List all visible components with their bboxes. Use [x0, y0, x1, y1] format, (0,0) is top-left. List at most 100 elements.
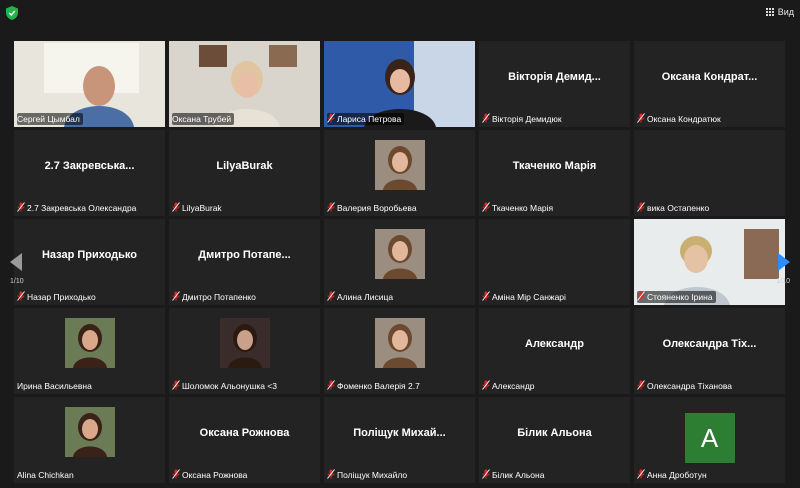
participant-name: Шоломок Альонушка <3 [182, 381, 277, 391]
participant-name: Назар Приходько [27, 292, 96, 302]
participant-tile[interactable]: Алина Лисица [324, 219, 475, 305]
participant-tile[interactable]: Валерия Воробьева [324, 130, 475, 216]
previous-page-button[interactable]: 1/10 [0, 240, 36, 296]
participant-name: LilyaBurak [182, 203, 222, 213]
participant-tile[interactable]: 2.7 Закревська... 2.7 Закревська Олександ… [14, 130, 165, 216]
participant-display-name: LilyaBurak [216, 160, 273, 172]
participant-name: Аміна Мір Санжарі [492, 292, 566, 302]
participant-name-label: Alina Chichkan [17, 469, 77, 481]
mic-muted-icon [637, 291, 645, 303]
mic-muted-icon [482, 469, 490, 481]
participant-name-label: Ирина Васильевна [17, 380, 95, 392]
participant-name: Алина Лисица [337, 292, 394, 302]
participant-tile[interactable]: Вікторія Демид... Вікторія Демидюк [479, 41, 630, 127]
participant-tile[interactable]: Оксана Трубей [169, 41, 320, 127]
page-indicator-left: 1/10 [10, 278, 24, 285]
participant-display-name: Оксана Кондрат... [661, 71, 758, 83]
participant-name: Стояненко Ірина [647, 292, 713, 302]
participant-name: Поліщук Михайло [337, 470, 408, 480]
view-button[interactable]: Вид [765, 7, 794, 17]
participant-name-label: Оксана Кондратюк [637, 113, 724, 125]
participant-photo [64, 318, 115, 368]
participant-avatar: A [684, 413, 735, 463]
mic-muted-icon [482, 202, 490, 214]
participant-name: Анна Дроботун [647, 470, 707, 480]
participant-tile[interactable]: Оксана Кондрат... Оксана Кондратюк [634, 41, 785, 127]
participant-name: Лариса Петрова [337, 114, 402, 124]
participant-tile[interactable]: A Анна Дроботун [634, 397, 785, 483]
participant-display-name: Вікторія Демид... [508, 71, 601, 83]
mic-muted-icon [637, 113, 645, 125]
participant-photo [374, 318, 425, 368]
participant-display-name: 2.7 Закревська... [44, 160, 135, 172]
participant-display-name: Александр [525, 338, 584, 350]
participant-name: Фоменко Валерія 2.7 [337, 381, 420, 391]
participant-name: Оксана Кондратюк [647, 114, 721, 124]
participant-name: Олександра Тіханова [647, 381, 732, 391]
participant-name-label: 2.7 Закревська Олександра [17, 202, 139, 214]
participant-display-name: Олександра Тіх... [662, 338, 757, 350]
participant-name-label: Анна Дроботун [637, 469, 710, 481]
participant-tile[interactable]: LilyaBurak LilyaBurak [169, 130, 320, 216]
mic-muted-icon [327, 202, 335, 214]
participant-tile[interactable]: Поліщук Михай... Поліщук Михайло [324, 397, 475, 483]
participant-name-label: Ткаченко Марія [482, 202, 556, 214]
participant-name: вика Остапенко [647, 203, 710, 213]
participant-name: Оксана Рожнова [182, 470, 248, 480]
participant-photo [64, 407, 115, 457]
participant-name-label: Оксана Трубей [172, 113, 235, 125]
mic-muted-icon [17, 202, 25, 214]
participant-tile[interactable]: Стояненко Ірина [634, 219, 785, 305]
mic-muted-icon [637, 380, 645, 392]
mic-muted-icon [172, 380, 180, 392]
mic-muted-icon [327, 291, 335, 303]
participant-name: Ткаченко Марія [492, 203, 554, 213]
participant-name-label: Валерия Воробьева [327, 202, 420, 214]
participant-name-label: Сергей Цымбал [17, 113, 83, 125]
participant-name: Оксана Трубей [172, 114, 232, 124]
participant-tile[interactable]: Фоменко Валерія 2.7 [324, 308, 475, 394]
participant-tile[interactable]: Олександра Тіх... Олександра Тіханова [634, 308, 785, 394]
participant-name-label: Оксана Рожнова [172, 469, 250, 481]
mic-muted-icon [482, 380, 490, 392]
arrow-right-icon [778, 253, 790, 271]
participant-name: Білик Альона [492, 470, 545, 480]
top-bar: Вид [0, 0, 800, 28]
participant-display-name: Оксана Рожнова [199, 427, 290, 439]
participant-name-label: LilyaBurak [172, 202, 225, 214]
participant-tile[interactable]: Сергей Цымбал [14, 41, 165, 127]
participant-name: Alina Chichkan [17, 470, 74, 480]
participant-name-label: Александр [482, 380, 538, 392]
participant-tile[interactable]: Лариса Петрова [324, 41, 475, 127]
participant-display-name: Ткаченко Марія [512, 160, 597, 172]
participant-tile[interactable]: Alina Chichkan [14, 397, 165, 483]
participant-name: Вікторія Демидюк [492, 114, 562, 124]
participant-tile[interactable]: вика Остапенко [634, 130, 785, 216]
participant-tile[interactable]: Білик Альона Білик Альона [479, 397, 630, 483]
participant-name-label: Алина Лисица [327, 291, 396, 303]
participant-tile[interactable]: Ирина Васильевна [14, 308, 165, 394]
participant-name-label: Аміна Мір Санжарі [482, 291, 569, 303]
participant-name: 2.7 Закревська Олександра [27, 203, 137, 213]
participant-tile[interactable]: Шоломок Альонушка <3 [169, 308, 320, 394]
participant-tile[interactable]: Назар Приходько Назар Приходько [14, 219, 165, 305]
arrow-left-icon [10, 253, 22, 271]
participant-name-label: Стояненко Ірина [637, 291, 716, 303]
participant-name-label: Олександра Тіханова [637, 380, 735, 392]
shield-icon[interactable] [6, 6, 18, 20]
participant-name: Александр [492, 381, 535, 391]
participant-display-name: Дмитро Потапе... [198, 249, 291, 261]
next-page-button[interactable]: 1/10 [764, 240, 800, 296]
participant-tile[interactable]: Аміна Мір Санжарі [479, 219, 630, 305]
mic-muted-icon [327, 380, 335, 392]
participant-display-name: Поліщук Михай... [353, 427, 446, 439]
participant-name: Сергей Цымбал [17, 114, 80, 124]
participant-name-label: вика Остапенко [637, 202, 712, 214]
mic-muted-icon [637, 202, 645, 214]
participant-tile[interactable]: Ткаченко Марія Ткаченко Марія [479, 130, 630, 216]
mic-muted-icon [172, 291, 180, 303]
participant-name-label: Лариса Петрова [327, 113, 405, 125]
participant-tile[interactable]: Александр Александр [479, 308, 630, 394]
participant-tile[interactable]: Оксана Рожнова Оксана Рожнова [169, 397, 320, 483]
participant-tile[interactable]: Дмитро Потапе... Дмитро Потапенко [169, 219, 320, 305]
